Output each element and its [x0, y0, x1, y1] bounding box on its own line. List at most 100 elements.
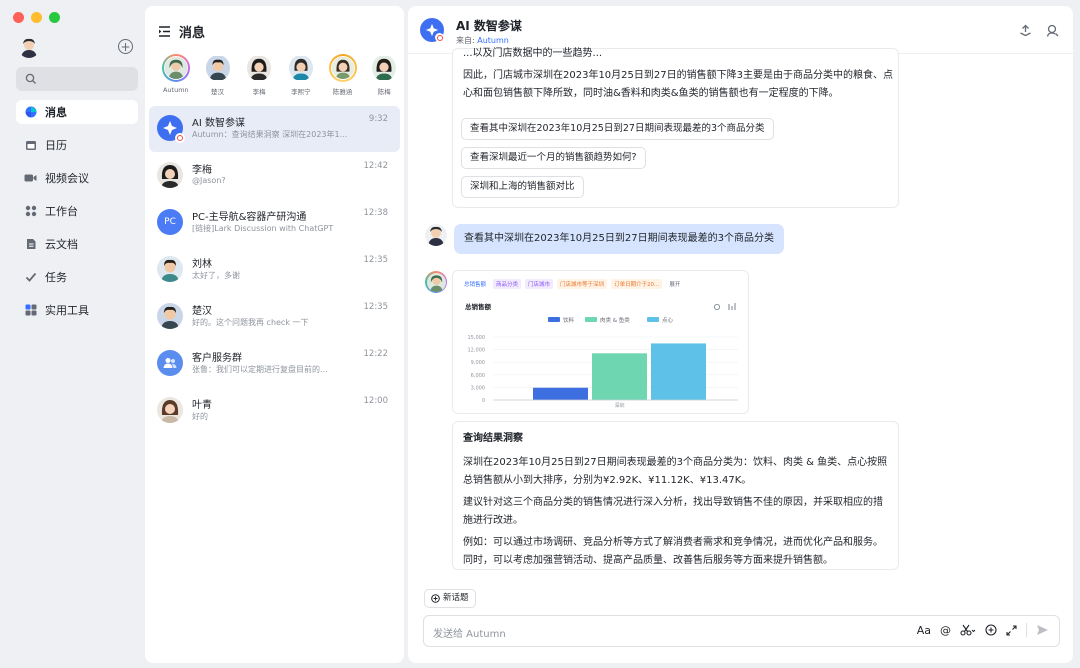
conversation-preview: 太好了，多谢 — [192, 271, 240, 280]
nav-tools[interactable]: 实用工具 — [16, 298, 138, 322]
chart-settings-icon[interactable] — [713, 303, 721, 311]
member-search-icon[interactable] — [1046, 24, 1059, 37]
minimize-window-button[interactable] — [31, 12, 42, 23]
bar — [533, 387, 588, 400]
bar — [651, 343, 706, 400]
chart-type-icon[interactable] — [728, 303, 736, 310]
y-tick-label: 3,000 — [471, 385, 485, 391]
conversation-item[interactable]: 刘林 太好了，多谢 12:35 — [149, 247, 400, 293]
y-tick-label: 0 — [482, 398, 485, 404]
x-tick-label: 深圳 — [614, 402, 624, 409]
screenshot-scissors-icon[interactable] — [960, 624, 976, 636]
maximize-window-button[interactable] — [49, 12, 60, 23]
nav-messages[interactable]: 消息 — [16, 100, 138, 124]
suggestion-button[interactable]: 深圳和上海的销售额对比 — [461, 176, 584, 198]
my-avatar[interactable] — [18, 36, 40, 58]
y-tick-label: 15,000 — [468, 335, 486, 341]
contact-chenmei[interactable]: 陈梅 — [363, 54, 405, 96]
avatar — [157, 397, 183, 423]
conversation-preview: 好的。这个问题我再 check 一下 — [192, 318, 309, 327]
input-toolbar: Aa @ — [917, 623, 1049, 637]
share-icon[interactable] — [1019, 24, 1032, 37]
from-name[interactable]: Autumn — [477, 36, 509, 45]
nav-tasks[interactable]: 任务 — [16, 265, 138, 289]
contact-autumn[interactable]: Autumn — [155, 54, 197, 96]
toolbar-divider — [1026, 623, 1027, 637]
group-avatar — [157, 350, 183, 376]
nav-video-meeting[interactable]: 视频会议 — [16, 166, 138, 190]
new-topic-button[interactable]: 新话题 — [424, 589, 476, 608]
conversation-item[interactable]: 李梅 @Jason? 12:42 — [149, 153, 400, 199]
conversation-item[interactable]: AI 数智参谋 Autumn：查询结果洞察 深圳在2023年1... 9:32 — [149, 106, 400, 152]
chat-title: AI 数智参谋 — [456, 19, 522, 33]
conversation-preview: [链接]Lark Discussion with ChatGPT — [192, 224, 334, 233]
avatar — [370, 54, 398, 82]
from-label: 来自: — [456, 36, 475, 45]
chat-panel: AI 数智参谋 来自: Autumn ...以及门店数据中的一些趋势... 因此… — [408, 6, 1073, 663]
contact-chenyahan[interactable]: 陈雅涵 — [322, 54, 364, 96]
legend-swatch — [585, 317, 597, 322]
nav-label: 消息 — [45, 106, 67, 119]
nav-docs[interactable]: 云文档 — [16, 232, 138, 256]
insight-paragraph: 深圳在2023年10月25日到27日期间表现最差的3个商品分类为：饮料、肉类 &… — [463, 457, 888, 486]
bot-reply-avatar[interactable] — [425, 271, 447, 293]
add-icon[interactable]: + — [118, 39, 133, 54]
left-sidebar: + 消息 日历 视频会议 工作台 云文档 任务 实用工具 — [0, 0, 146, 668]
mention-icon[interactable]: @ — [940, 624, 951, 637]
conversation-item[interactable]: 客户服务群 张鲁：我们可以定期进行复盘目前的... 12:22 — [149, 341, 400, 387]
conversation-preview: Autumn：查询结果洞察 深圳在2023年1... — [192, 130, 348, 139]
panel-title: 消息 — [179, 26, 206, 41]
nav-label: 实用工具 — [45, 304, 89, 317]
legend-swatch — [548, 317, 560, 322]
chart-card: 总销售额 商品分类 门店城市 门店城市等于深圳 订单日期介于20... 展开 总… — [452, 270, 749, 414]
suggestion-button[interactable]: 查看其中深圳在2023年10月25日到27日期间表现最差的3个商品分类 — [461, 118, 774, 140]
group-avatar: PC — [157, 209, 183, 235]
close-window-button[interactable] — [13, 12, 24, 23]
pinned-contacts: Autumn 楚汉 李梅 李熙宁 陈雅涵 陈梅 — [155, 54, 405, 96]
conversation-item[interactable]: 叶青 好的 12:00 — [149, 388, 400, 434]
avatar — [287, 54, 315, 82]
message-list-panel: 消息 Autumn 楚汉 李梅 李熙宁 陈雅涵 陈梅 AI 数智参谋 Autum… — [145, 6, 404, 663]
input-placeholder: 发送给 Autumn — [433, 629, 506, 640]
user-message-bubble: 查看其中深圳在2023年10月25日到27日期间表现最差的3个商品分类 — [454, 224, 784, 254]
insight-title: 查询结果洞察 — [463, 433, 523, 444]
avatar — [328, 54, 357, 82]
conversation-time: 12:35 — [363, 255, 389, 265]
legend-swatch — [647, 317, 659, 322]
search-button[interactable] — [16, 67, 138, 91]
user-avatar[interactable] — [425, 224, 447, 246]
contact-chuhan[interactable]: 楚汉 — [197, 54, 239, 96]
y-tick-label: 9,000 — [471, 360, 485, 366]
nav-workbench[interactable]: 工作台 — [16, 199, 138, 223]
text-format-icon[interactable]: Aa — [917, 624, 931, 637]
nav-label: 视频会议 — [45, 172, 89, 185]
contact-name: 陈梅 — [377, 88, 391, 96]
checkmark-icon — [24, 271, 37, 284]
suggestion-button[interactable]: 查看深圳最近一个月的销售额趋势如何? — [461, 147, 646, 169]
avatar — [157, 256, 183, 282]
bot-answer-card: ...以及门店数据中的一些趋势... 因此，门店城市深圳在2023年10月25日… — [452, 48, 899, 208]
contact-limei[interactable]: 李梅 — [238, 54, 280, 96]
video-camera-icon — [24, 172, 37, 185]
insight-paragraph: 建议针对这三个商品分类的销售情况进行深入分析，找出导致销售不佳的原因，并采取相应… — [463, 497, 883, 526]
bar — [592, 353, 647, 400]
nav-label: 任务 — [45, 271, 67, 284]
y-tick-label: 6,000 — [471, 373, 485, 379]
expand-editor-icon[interactable] — [1006, 624, 1017, 636]
status-badge — [435, 33, 444, 42]
answer-text: 因此，门店城市深圳在2023年10月25日到27日的销售额下降3主要是由于商品分… — [463, 70, 893, 99]
contact-lixining[interactable]: 李熙宁 — [280, 54, 322, 96]
new-topic-label: 新话题 — [443, 593, 469, 603]
send-icon[interactable] — [1036, 624, 1049, 636]
contact-name: 李梅 — [252, 88, 266, 96]
contact-name: 楚汉 — [211, 88, 224, 96]
add-attachment-icon[interactable] — [985, 624, 997, 636]
conversation-time: 12:35 — [363, 302, 389, 312]
avatar — [157, 162, 183, 188]
conversation-item[interactable]: 楚汉 好的。这个问题我再 check 一下 12:35 — [149, 294, 400, 340]
conversation-item[interactable]: PC PC-主导航&容器产研沟通 [链接]Lark Discussion wit… — [149, 200, 400, 246]
list-collapse-icon[interactable] — [159, 26, 171, 37]
document-icon — [24, 238, 37, 251]
nav-calendar[interactable]: 日历 — [16, 133, 138, 157]
message-input[interactable]: 发送给 Autumn Aa @ — [423, 615, 1060, 647]
